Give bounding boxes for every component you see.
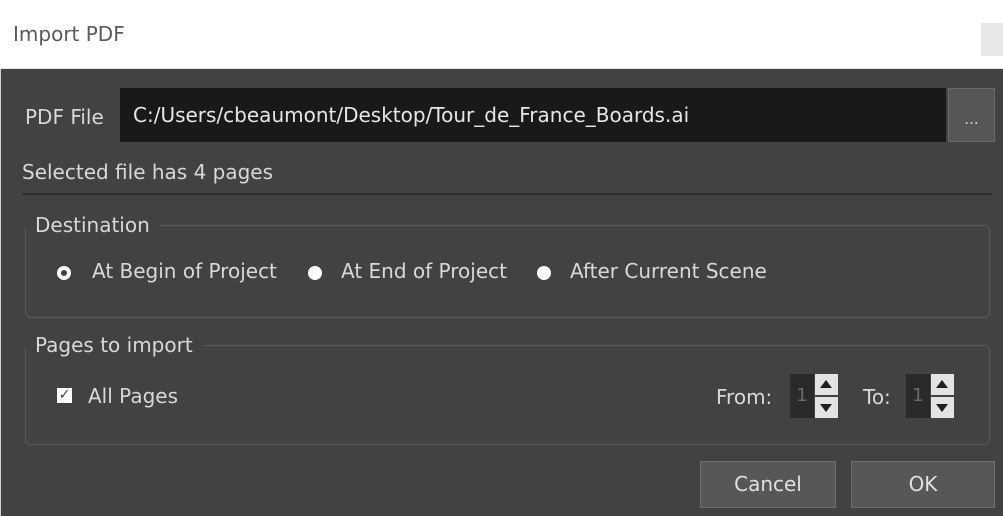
radio-after-current-scene-label[interactable]: After Current Scene: [570, 259, 767, 283]
destination-title: Destination: [26, 213, 160, 237]
window-title: Import PDF: [13, 22, 125, 46]
checkmark-icon: ✓: [58, 387, 71, 403]
separator: [22, 193, 992, 195]
arrow-down-icon: [820, 404, 832, 412]
to-increment-button[interactable]: [931, 374, 954, 395]
arrow-up-icon: [820, 380, 832, 388]
radio-begin-of-project[interactable]: [57, 266, 71, 280]
import-pdf-dialog: PDF File C:/Users/cbeaumont/Desktop/Tour…: [0, 69, 1003, 516]
to-spin-arrows: [931, 374, 954, 418]
browse-button[interactable]: ...: [948, 88, 995, 142]
all-pages-label[interactable]: All Pages: [88, 384, 178, 408]
from-value[interactable]: 1: [790, 374, 814, 418]
pages-to-import-title: Pages to import: [26, 333, 203, 357]
from-decrement-button[interactable]: [815, 397, 838, 418]
radio-after-current-scene[interactable]: [537, 266, 551, 280]
from-spinbox[interactable]: 1: [790, 374, 838, 418]
cancel-button[interactable]: Cancel: [700, 461, 836, 508]
pdf-file-path-field[interactable]: C:/Users/cbeaumont/Desktop/Tour_de_Franc…: [120, 88, 946, 142]
radio-begin-of-project-label[interactable]: At Begin of Project: [92, 259, 277, 283]
pages-to-import-group: Pages to import ✓ All Pages From: 1 To: …: [25, 333, 990, 445]
from-label: From:: [716, 385, 773, 409]
close-button[interactable]: [981, 23, 1003, 56]
destination-group: Destination At Begin of Project At End o…: [25, 213, 990, 318]
from-spin-arrows: [815, 374, 838, 418]
radio-end-of-project[interactable]: [308, 266, 322, 280]
to-label: To:: [863, 385, 891, 409]
all-pages-checkbox[interactable]: ✓: [57, 388, 72, 403]
arrow-up-icon: [936, 380, 948, 388]
to-decrement-button[interactable]: [931, 397, 954, 418]
from-increment-button[interactable]: [815, 374, 838, 395]
title-bar: Import PDF: [0, 0, 1003, 69]
arrow-down-icon: [936, 404, 948, 412]
ok-button[interactable]: OK: [851, 461, 995, 508]
radio-end-of-project-label[interactable]: At End of Project: [341, 259, 507, 283]
to-spinbox[interactable]: 1: [906, 374, 954, 418]
pdf-file-label: PDF File: [25, 105, 104, 129]
file-info-text: Selected file has 4 pages: [22, 160, 274, 184]
to-value[interactable]: 1: [906, 374, 930, 418]
